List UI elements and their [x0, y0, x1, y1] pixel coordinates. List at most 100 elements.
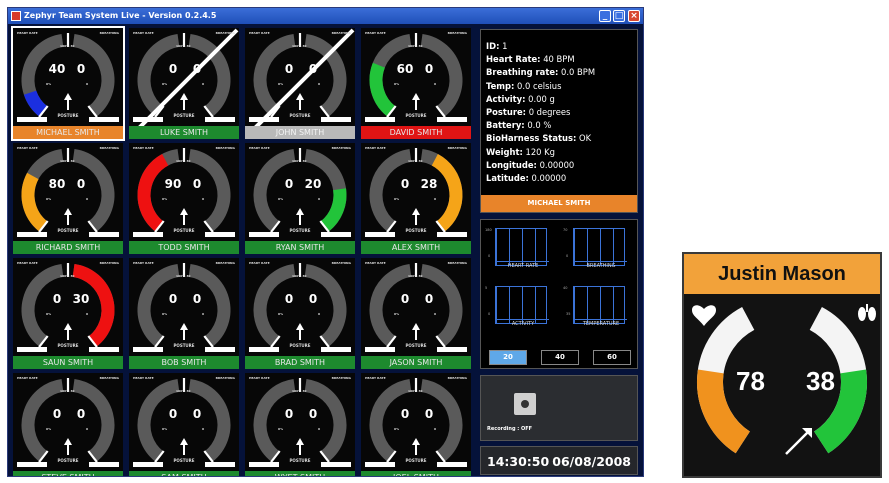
info-row-value: 0.00000 — [539, 159, 575, 170]
breathing-label: BREATHING — [447, 376, 467, 380]
time-button-40[interactable]: 40 — [541, 350, 579, 365]
app-icon — [11, 11, 21, 21]
athlete-tile[interactable]: HEART RATE BREATHING 100% 30 0% 0 0 0 POSTURE JA… — [361, 258, 471, 369]
info-row: Longitude: 0.00000 — [486, 159, 595, 172]
scale-low-label: 0% — [162, 82, 168, 86]
maximize-button[interactable]: □ — [613, 10, 625, 22]
breathing-label: BREATHING — [215, 261, 235, 265]
heart-rate-arc — [369, 62, 396, 117]
athlete-name-bar: LUKE SMITH — [129, 126, 239, 139]
athlete-tile[interactable]: HEART RATEBREATHING100% 300%000POSTUREST… — [13, 373, 123, 476]
battery-bars — [17, 232, 119, 238]
heart-rate-arc — [23, 90, 48, 117]
battery-bars — [365, 462, 467, 468]
large-gauge-name: Justin Mason — [684, 254, 880, 294]
scale-top-label: 100% 30 — [408, 159, 423, 163]
info-row-label: Longitude: — [486, 159, 537, 170]
trend-chart-ymin: 0 — [488, 254, 491, 258]
info-row-label: BioHarness Status: — [486, 133, 577, 144]
large-gauge-heart-rate: 78 — [736, 366, 765, 396]
posture-arrow-icon — [180, 323, 188, 340]
minimize-button[interactable]: _ — [599, 10, 611, 22]
info-row-value: 0.0 BPM — [561, 67, 596, 78]
record-icon — [521, 400, 529, 408]
info-row-label: Battery: — [486, 120, 525, 131]
info-row-label: Posture: — [486, 107, 527, 118]
large-gauge-breathing: 38 — [806, 366, 835, 396]
scale-zero-label: 0 — [434, 427, 437, 431]
trend-chart[interactable]: HEART RATE 180 0 — [485, 228, 549, 269]
athlete-tile[interactable]: HEART RATE BREATHING 100% 30 0% 0 0 20 POSTURE R… — [245, 143, 355, 254]
trend-chart[interactable]: TEMPERATURE 40 35 — [563, 286, 627, 327]
scale-zero-label: 0 — [202, 197, 205, 201]
app-window: Zephyr Team System Live - Version 0.2.4.… — [7, 7, 644, 477]
scale-top-label: 100% 30 — [176, 44, 191, 48]
heart-rate-label: HEART RATE — [249, 146, 270, 150]
battery-bars — [249, 232, 351, 238]
athlete-tile[interactable]: HEART RATEBREATHING100% 300%000POSTUREJO… — [361, 373, 471, 476]
title-bar[interactable]: Zephyr Team System Live - Version 0.2.4.… — [8, 8, 643, 24]
trend-chart[interactable]: BREATHING 70 0 — [563, 228, 627, 269]
athlete-tile[interactable]: HEART RATE BREATHING 100% 30 0% 0 0 0 POSTURE BR… — [245, 258, 355, 369]
scale-top-label: 100% 30 — [408, 44, 423, 48]
athlete-tile[interactable]: HEART RATEBREATHING100% 300%000POSTUREJO… — [245, 28, 355, 139]
breathing-label: BREATHING — [99, 261, 119, 265]
heart-rate-label: HEART RATE — [17, 31, 38, 35]
record-button[interactable] — [514, 393, 536, 415]
athlete-name-bar: BRAD SMITH — [245, 356, 355, 369]
athlete-tile[interactable]: HEART RATEBREATHING100% 300%000POSTURESA… — [129, 373, 239, 476]
heart-rate-label: HEART RATE — [133, 376, 154, 380]
info-row: Heart Rate: 40 BPM — [486, 53, 595, 66]
breathing-value: 0 — [424, 407, 434, 421]
scale-low-label: 0% — [394, 197, 400, 201]
info-row: Battery: 0.0 % — [486, 119, 595, 132]
breathing-label: BREATHING — [215, 146, 235, 150]
breathing-label: BREATHING — [99, 146, 119, 150]
heart-rate-value: 0 — [284, 292, 294, 306]
time-button-20[interactable]: 20 — [489, 350, 527, 365]
info-row: Latitude: 0.00000 — [486, 172, 595, 185]
info-row-value: OK — [579, 133, 592, 144]
athlete-tile[interactable]: HEART RATE BREATHING 100% 30 0% 0 0 30 POSTURE S… — [13, 258, 123, 369]
heart-rate-value: 0 — [284, 177, 294, 191]
athlete-tile[interactable]: HEART RATE BREATHING 100% 30 0% 0 0 28 POSTURE A… — [361, 143, 471, 254]
athlete-tile[interactable]: HEART RATE BREATHING 100% 30 0% 0 0 0 POSTURE BO… — [129, 258, 239, 369]
heart-rate-label: HEART RATE — [249, 31, 270, 35]
athlete-tile[interactable]: HEART RATE BREATHING 100% 30 0% 0 0 0 POSTURE LU… — [129, 28, 239, 139]
time-button-60[interactable]: 60 — [593, 350, 631, 365]
scale-top-label: 100% 30 — [408, 389, 423, 393]
scale-top-label: 100% 30 — [60, 44, 75, 48]
athlete-name-bar: STEVE SMITH — [13, 471, 123, 476]
heart-rate-label: HEART RATE — [365, 31, 386, 35]
heart-rate-value: 0 — [168, 62, 178, 76]
close-button[interactable]: × — [628, 10, 640, 22]
window-title: Zephyr Team System Live - Version 0.2.4.… — [24, 11, 217, 20]
athlete-tile[interactable]: HEART RATE BREATHING 100% 30 0% 0 40 0 POSTURE M… — [11, 26, 125, 141]
heart-rate-value: 90 — [164, 177, 182, 191]
posture-arrow-icon — [296, 438, 304, 455]
breathing-label: BREATHING — [331, 146, 351, 150]
trend-chart[interactable]: ACTIVITY 5 0 — [485, 286, 549, 327]
breathing-value: 0 — [424, 62, 434, 76]
posture-arrow-icon — [412, 208, 420, 225]
athlete-name-bar: MICHAEL SMITH — [13, 126, 123, 139]
breathing-value: 0 — [76, 62, 86, 76]
breathing-value: 0 — [308, 62, 318, 76]
athlete-tile[interactable]: HEART RATE BREATHING 100% 30 0% 0 60 0 POSTURE D… — [361, 28, 471, 139]
athlete-name-bar: JASON SMITH — [361, 356, 471, 369]
recording-status: Recording : OFF — [487, 426, 533, 432]
battery-bars — [17, 117, 119, 123]
scale-top-label: 100% 30 — [292, 274, 307, 278]
scale-top-label: 100% 30 — [176, 159, 191, 163]
athlete-tile[interactable]: HEART RATE BREATHING 100% 30 0% 0 90 0 POSTURE T… — [129, 143, 239, 254]
battery-bars — [133, 232, 235, 238]
scale-top-label: 100% 30 — [60, 274, 75, 278]
athlete-tile[interactable]: HEART RATE BREATHING 100% 30 0% 0 80 0 POSTURE R… — [13, 143, 123, 254]
breathing-value: 0 — [192, 177, 202, 191]
breathing-value: 0 — [192, 407, 202, 421]
scale-low-label: 0% — [278, 197, 284, 201]
heart-rate-label: HEART RATE — [133, 31, 154, 35]
breathing-label: BREATHING — [447, 261, 467, 265]
athlete-tile[interactable]: HEART RATEBREATHING100% 300%000POSTUREWY… — [245, 373, 355, 476]
recording-panel: Recording : OFF — [480, 375, 638, 441]
